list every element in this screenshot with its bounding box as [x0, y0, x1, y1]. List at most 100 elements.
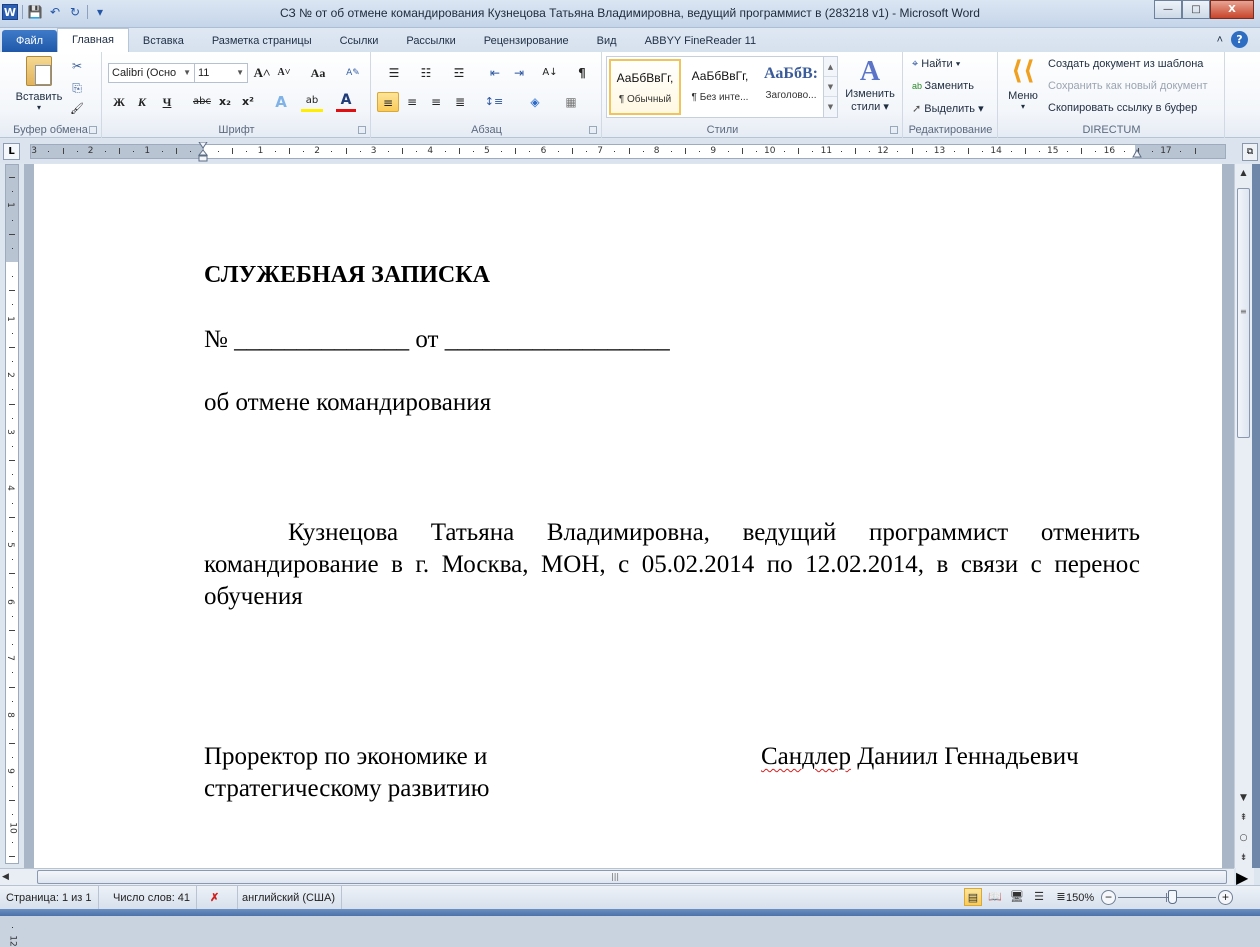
underline-button[interactable]: Ч [156, 92, 178, 112]
dialog-launcher-icon[interactable] [589, 126, 597, 134]
help-icon[interactable]: ? [1231, 31, 1248, 48]
tab-view[interactable]: Вид [583, 30, 631, 52]
scroll-right-icon[interactable]: ▶ [1236, 868, 1254, 887]
increase-indent-button[interactable]: ⇥ [510, 63, 528, 83]
multilevel-list-button[interactable]: ☲ [446, 63, 472, 83]
vertical-scroll-thumb[interactable]: ≡ [1237, 188, 1250, 438]
tab-review[interactable]: Рецензирование [470, 30, 583, 52]
horizontal-scrollbar[interactable]: ◀ ||| [0, 868, 1234, 885]
zoom-slider-thumb[interactable] [1167, 890, 1177, 904]
previous-page-icon[interactable]: ⇞ [1235, 808, 1252, 828]
style-normal[interactable]: АаБбВвГг, ¶ Обычный [609, 59, 681, 115]
tab-file[interactable]: Файл [2, 30, 58, 52]
create-from-template-button[interactable]: Создать документ из шаблона [1048, 58, 1203, 70]
decrease-indent-button[interactable]: ⇤ [486, 63, 504, 83]
language-indicator[interactable]: английский (США) [236, 886, 343, 910]
signer-surname-misspelled[interactable]: Сандлер [761, 743, 851, 770]
view-ruler-button[interactable]: ⧉ [1242, 143, 1258, 161]
dialog-launcher-icon[interactable] [890, 126, 898, 134]
dialog-launcher-icon[interactable] [89, 126, 97, 134]
web-layout-view-icon[interactable]: 🖥 [1008, 888, 1026, 906]
bold-button[interactable]: Ж [110, 92, 128, 112]
bullets-button[interactable]: ☰ [380, 63, 408, 83]
full-screen-reading-view-icon[interactable]: 📖 [986, 888, 1004, 906]
italic-button[interactable]: К [133, 92, 151, 112]
zoom-out-button[interactable]: − [1101, 890, 1116, 905]
font-color-button[interactable]: A [336, 92, 356, 112]
vertical-ruler[interactable]: 1123456789101112 [5, 164, 19, 947]
align-right-button[interactable]: ≡ [426, 92, 446, 112]
next-page-icon[interactable]: ⇟ [1235, 848, 1252, 868]
save-as-new-button[interactable]: Сохранить как новый документ [1048, 80, 1208, 92]
subscript-button[interactable]: x₂ [216, 92, 234, 112]
highlight-button[interactable]: ab [301, 92, 323, 112]
zoom-level[interactable]: 150% [1066, 886, 1094, 910]
find-button[interactable]: ⌖ Найти ▾ [912, 58, 960, 71]
shading-button[interactable]: ◈ [522, 92, 548, 112]
page[interactable]: СЛУЖЕБНАЯ ЗАПИСКА № ______________ от __… [34, 164, 1222, 868]
paste-dropdown-icon[interactable]: ▾ [14, 103, 64, 112]
align-left-button[interactable]: ≡ [377, 92, 399, 112]
replace-button[interactable]: ab Заменить [912, 80, 974, 92]
font-size-select[interactable]: 11 ▼ [194, 63, 248, 83]
shrink-font-button[interactable]: A˅ [274, 63, 294, 83]
font-name-select[interactable]: Calibri (Осно ▼ [108, 63, 195, 83]
page-count[interactable]: Страница: 1 из 1 [0, 886, 99, 910]
minimize-button[interactable]: — [1154, 0, 1182, 19]
show-marks-button[interactable]: ¶ [573, 63, 591, 83]
scroll-up-icon[interactable]: ▲ [824, 57, 837, 77]
change-case-button[interactable]: Aa [305, 63, 331, 83]
horizontal-scroll-thumb[interactable]: ||| [37, 870, 1227, 884]
right-indent-marker-icon[interactable] [1132, 149, 1142, 159]
tab-home[interactable]: Главная [57, 28, 129, 52]
expand-gallery-icon[interactable]: ▼ [824, 97, 837, 117]
directum-menu-button[interactable]: ⟨⟨ Меню ▾ [1003, 56, 1043, 120]
grow-font-button[interactable]: A˄ [252, 63, 272, 83]
clear-formatting-button[interactable]: A✎ [343, 63, 363, 83]
zoom-in-button[interactable]: + [1218, 890, 1233, 905]
strikethrough-button[interactable]: abc [191, 92, 213, 112]
text-effects-button[interactable]: A [271, 92, 291, 112]
minimize-ribbon-icon[interactable]: ˄ [1217, 34, 1223, 46]
tab-insert[interactable]: Вставка [129, 30, 198, 52]
dialog-launcher-icon[interactable] [358, 126, 366, 134]
copy-link-button[interactable]: Скопировать ссылку в буфер [1048, 102, 1197, 114]
indent-marker-icon[interactable] [198, 142, 208, 162]
horizontal-ruler[interactable]: 3 2 1 1 2 3 4 5 6 7 8 9 10 11 12 13 14 15 16 17 [30, 144, 1226, 159]
scroll-down-icon[interactable]: ▼ [1235, 788, 1252, 808]
sort-button[interactable]: A↓ [540, 63, 560, 83]
cut-icon[interactable]: ✂ [68, 56, 86, 76]
copy-icon[interactable]: ⎘ [68, 78, 86, 98]
browse-object-icon[interactable]: ○ [1235, 828, 1252, 848]
proofing-icon[interactable]: ✗ [204, 886, 238, 910]
change-styles-button[interactable]: A Изменить стили ▾ [839, 56, 901, 122]
format-painter-icon[interactable]: 🖌 [68, 99, 86, 119]
scroll-down-icon[interactable]: ▼ [824, 77, 837, 97]
tab-abbyy[interactable]: ABBYY FineReader 11 [631, 30, 771, 52]
tab-selector-button[interactable]: L [3, 143, 20, 160]
styles-gallery-scroll[interactable]: ▲ ▼ ▼ [823, 57, 837, 117]
tab-mailings[interactable]: Рассылки [392, 30, 469, 52]
tab-references[interactable]: Ссылки [326, 30, 393, 52]
style-no-spacing[interactable]: АаБбВвГг, ¶ Без инте... [684, 59, 756, 115]
close-button[interactable]: X [1210, 0, 1254, 19]
style-heading[interactable]: АаБбВ: Заголово... [755, 59, 827, 115]
paste-button[interactable]: Вставить ▾ [14, 54, 64, 114]
scroll-left-icon[interactable]: ◀ [2, 869, 18, 885]
maximize-button[interactable]: □ [1182, 0, 1210, 19]
select-button[interactable]: ➚ Выделить ▾ [912, 102, 984, 115]
word-count[interactable]: Число слов: 41 [107, 886, 198, 910]
numbering-button[interactable]: ☷ [412, 63, 440, 83]
justify-button[interactable]: ≣ [450, 92, 470, 112]
ruler-number: 7 [597, 146, 603, 156]
superscript-button[interactable]: x² [239, 92, 257, 112]
print-layout-view-icon[interactable]: ▤ [964, 888, 982, 906]
outline-view-icon[interactable]: ☰ [1030, 888, 1048, 906]
borders-button[interactable]: ▦ [558, 92, 584, 112]
tab-page-layout[interactable]: Разметка страницы [198, 30, 326, 52]
align-center-button[interactable]: ≡ [402, 92, 422, 112]
vertical-scrollbar[interactable]: ▲ ≡ ▼ ⇞ ○ ⇟ [1234, 164, 1252, 868]
line-spacing-button[interactable]: ↕≡ [480, 92, 508, 112]
tab-right-controls: ˄ ? [1217, 31, 1248, 48]
scroll-up-icon[interactable]: ▲ [1235, 164, 1252, 182]
